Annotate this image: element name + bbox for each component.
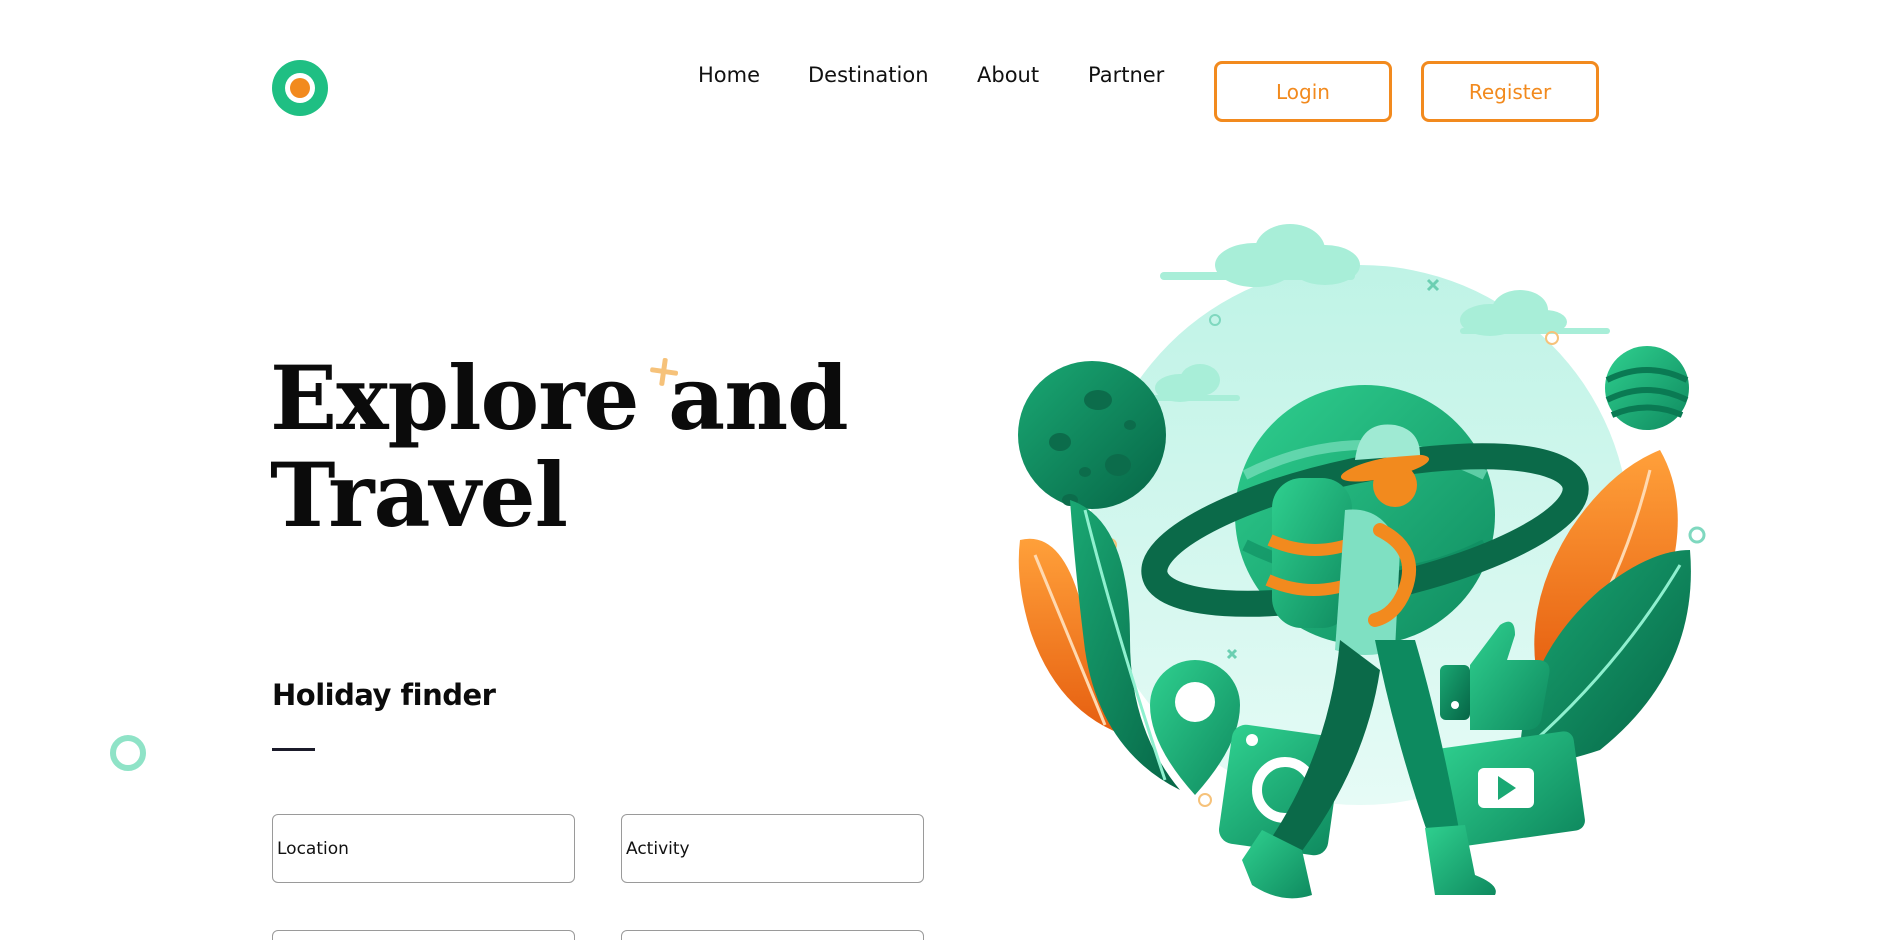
- finder-underline: [272, 748, 315, 751]
- hero-title-line1: Explore and: [270, 346, 849, 450]
- finder-input-3[interactable]: [272, 930, 575, 940]
- logo-icon[interactable]: [272, 60, 328, 116]
- ring-decoration-icon: [110, 735, 146, 771]
- register-button[interactable]: Register: [1421, 61, 1599, 122]
- nav-partner[interactable]: Partner: [1088, 60, 1164, 90]
- plus-decoration-icon: [650, 357, 679, 386]
- nav-about[interactable]: About: [977, 60, 1039, 90]
- logo-dot: [290, 78, 310, 98]
- login-button[interactable]: Login: [1214, 61, 1392, 122]
- nav-destination[interactable]: Destination: [808, 60, 929, 90]
- activity-input[interactable]: [621, 814, 924, 883]
- traveler-planet-illustration-icon: [1018, 224, 1706, 899]
- hero-title: Explore and Travel: [270, 350, 849, 547]
- hero-title-line2: Travel: [270, 443, 568, 547]
- logo-ring: [285, 73, 315, 103]
- finder-input-4[interactable]: [621, 930, 924, 940]
- location-input[interactable]: [272, 814, 575, 883]
- holiday-finder-title: Holiday finder: [272, 678, 496, 712]
- nav-home[interactable]: Home: [698, 60, 760, 90]
